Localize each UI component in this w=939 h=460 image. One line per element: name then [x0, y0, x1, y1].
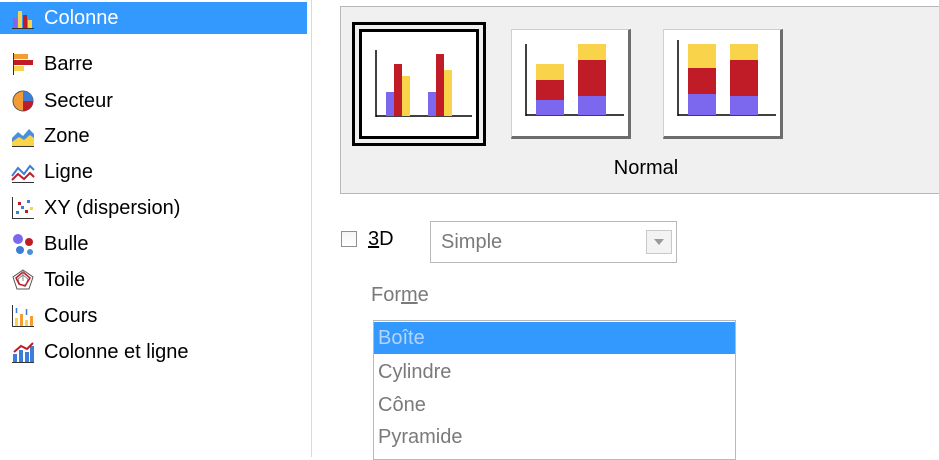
chart-type-label: Cours: [44, 304, 98, 327]
shape-item-cone[interactable]: Cône: [374, 389, 735, 421]
3d-scheme-select[interactable]: Simple: [430, 221, 677, 263]
stock-chart-icon: [11, 304, 35, 328]
line-chart-icon: [11, 160, 35, 184]
chart-type-item-xy-dispersion[interactable]: XY (dispersion): [0, 192, 307, 224]
bubble-chart-icon: [11, 232, 35, 256]
chart-type-item-toile[interactable]: Toile: [0, 264, 307, 296]
pie-chart-icon: [11, 89, 35, 113]
net-chart-icon: [11, 268, 35, 292]
shape-label-pre: For: [371, 284, 401, 306]
shape-item-cylindre[interactable]: Cylindre: [374, 356, 735, 388]
column-stacked-icon: [525, 44, 624, 116]
chart-type-item-zone[interactable]: Zone: [0, 120, 307, 152]
variant-normal[interactable]: [352, 22, 486, 146]
variant-name-label: Normal: [613, 157, 679, 179]
chart-type-item-cours[interactable]: Cours: [0, 300, 307, 332]
area-chart-icon: [11, 124, 35, 148]
chart-type-item-colonne[interactable]: Colonne: [0, 2, 307, 34]
shape-item-pyramide[interactable]: Pyramide: [374, 421, 735, 453]
chart-type-item-barre[interactable]: Barre: [0, 48, 307, 80]
chart-variant-panel: Normal: [340, 6, 939, 194]
shape-item-boite[interactable]: Boîte: [374, 322, 735, 354]
3d-checkbox[interactable]: [341, 231, 357, 247]
column-normal-icon: [375, 50, 472, 117]
shape-list[interactable]: Boîte Cylindre Cône Pyramide: [373, 320, 736, 460]
chart-type-label: Colonne: [44, 6, 119, 29]
3d-scheme-value: Simple: [441, 231, 503, 253]
3d-label-rest: D: [379, 228, 394, 250]
chart-type-item-ligne[interactable]: Ligne: [0, 156, 307, 188]
shape-label-post: e: [417, 284, 429, 306]
shape-label: Forme: [371, 284, 429, 307]
column-chart-icon: [11, 6, 35, 30]
3d-label-accelerator: 3: [368, 228, 380, 250]
chart-type-label: Bulle: [44, 232, 89, 255]
variant-percent-stacked[interactable]: [663, 29, 783, 139]
chart-type-label: Ligne: [44, 160, 93, 183]
chevron-down-icon[interactable]: [646, 230, 672, 254]
chart-type-item-secteur[interactable]: Secteur: [0, 85, 307, 117]
chart-type-list[interactable]: Colonne Barre Secteur Zone Ligne XY (dis…: [0, 0, 312, 457]
shape-label-accelerator: m: [401, 284, 418, 306]
scatter-chart-icon: [11, 196, 35, 220]
chart-type-item-bulle[interactable]: Bulle: [0, 228, 307, 260]
chart-type-label: XY (dispersion): [44, 196, 181, 219]
chart-type-label: Zone: [44, 124, 90, 147]
chart-type-label: Secteur: [44, 89, 113, 112]
column-line-chart-icon: [11, 340, 35, 364]
bar-chart-icon: [11, 52, 35, 76]
3d-label[interactable]: 3D: [368, 228, 394, 251]
chart-type-label: Toile: [44, 268, 86, 291]
column-percent-stacked-icon: [677, 40, 776, 116]
chart-type-label: Barre: [44, 52, 93, 75]
chart-type-item-colonne-et-ligne[interactable]: Colonne et ligne: [0, 336, 307, 368]
chart-type-label: Colonne et ligne: [44, 340, 189, 363]
variant-stacked[interactable]: [511, 29, 631, 139]
